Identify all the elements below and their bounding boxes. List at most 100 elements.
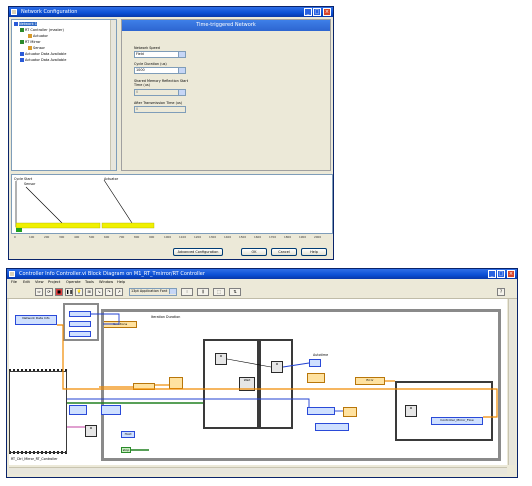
tick-label: 300 bbox=[59, 235, 65, 239]
menu-bar: File Edit View Project Operate Tools Win… bbox=[7, 279, 517, 286]
tick-label: 500 bbox=[89, 235, 95, 239]
spinner-icon[interactable] bbox=[178, 68, 185, 73]
tick-label: 1600 bbox=[254, 235, 262, 239]
tick-label: 100 bbox=[29, 235, 35, 239]
cycle-timeline[interactable]: Cycle Start Sensor Actuator bbox=[11, 174, 333, 234]
toolbar: ⇨ ⟳ ■ ❚❚ 💡 ⊞ ↘ ↷ ↗ 13pt Application Font… bbox=[7, 286, 517, 299]
tick-label: 1100 bbox=[179, 235, 187, 239]
align-icon[interactable]: ⫶ bbox=[181, 288, 193, 296]
advanced-configuration-button[interactable]: Advanced Configuration bbox=[173, 248, 223, 256]
minimize-icon[interactable]: _ bbox=[304, 8, 312, 16]
network-speed-select[interactable]: Field bbox=[134, 51, 186, 58]
chevron-down-icon[interactable] bbox=[169, 289, 176, 294]
menu-project[interactable]: Project bbox=[48, 280, 60, 284]
tree-scrollbar[interactable] bbox=[110, 20, 116, 170]
maximize-icon[interactable]: □ bbox=[313, 8, 321, 16]
menu-help[interactable]: Help bbox=[117, 280, 125, 284]
window-title: Controller Info Controller.vi Block Diag… bbox=[19, 271, 205, 277]
menu-window[interactable]: Window bbox=[99, 280, 113, 284]
network-configuration-window: Network Configuration _ □ × Network 1 RT… bbox=[8, 6, 334, 260]
tree-item-network[interactable]: Network 1 bbox=[14, 22, 37, 27]
abort-icon[interactable]: ■ bbox=[55, 288, 63, 296]
pause-icon[interactable]: ❚❚ bbox=[65, 288, 73, 296]
network-speed-label: Network Speed bbox=[134, 46, 160, 50]
highlight-icon[interactable]: 💡 bbox=[75, 288, 83, 296]
retain-wire-icon[interactable]: ⊞ bbox=[85, 288, 93, 296]
tick-label: 700 bbox=[119, 235, 125, 239]
tick-label: 0 bbox=[14, 235, 16, 239]
network-tree[interactable]: Network 1 RT Controller (master) Actuato… bbox=[11, 19, 117, 171]
menu-tools[interactable]: Tools bbox=[85, 280, 94, 284]
spinner-icon bbox=[178, 90, 185, 95]
tick-label: 1300 bbox=[209, 235, 217, 239]
context-help-icon[interactable]: ? bbox=[497, 288, 505, 296]
menu-edit[interactable]: Edit bbox=[23, 280, 30, 284]
actuator-icon bbox=[28, 34, 32, 38]
menu-view[interactable]: View bbox=[35, 280, 44, 284]
tick-label: 1400 bbox=[224, 235, 232, 239]
help-button[interactable]: Help bbox=[301, 248, 327, 256]
vi-icon bbox=[9, 271, 15, 277]
tick-label: 1200 bbox=[194, 235, 202, 239]
minimize-icon[interactable]: _ bbox=[488, 270, 496, 278]
variable-icon bbox=[20, 58, 24, 62]
wire-network bbox=[57, 313, 498, 451]
mirror-icon bbox=[20, 40, 24, 44]
tree-item-sensor[interactable]: Sensor bbox=[28, 46, 45, 51]
tick-label: 400 bbox=[74, 235, 80, 239]
vertical-scrollbar[interactable] bbox=[508, 299, 515, 465]
menu-operate[interactable]: Operate bbox=[66, 280, 81, 284]
cycle-begin-bar bbox=[16, 228, 22, 232]
menu-file[interactable]: File bbox=[11, 280, 17, 284]
shared-memory-label: Shared Memory Reflection Start Time (us) bbox=[134, 79, 189, 87]
block-diagram-canvas[interactable]: Network Data Info Iterations Iteration D… bbox=[9, 299, 507, 465]
sensor-leader bbox=[25, 186, 63, 224]
tree-item-actuator[interactable]: Actuator bbox=[28, 34, 48, 39]
resize-icon[interactable]: ⬚ bbox=[213, 288, 225, 296]
tree-item-controller[interactable]: RT Controller (master) bbox=[20, 28, 64, 33]
tick-label: 600 bbox=[104, 235, 110, 239]
controller-icon bbox=[20, 28, 24, 32]
tick-label: 800 bbox=[134, 235, 140, 239]
reorder-icon[interactable]: ⇅ bbox=[229, 288, 241, 296]
tree-item-mirror[interactable]: RT Mirror bbox=[20, 40, 41, 45]
shared-memory-field: 0 bbox=[134, 89, 186, 96]
variable-icon bbox=[20, 52, 24, 56]
tree-item-actuator-data[interactable]: Actuator Data Available bbox=[20, 58, 66, 63]
font-select[interactable]: 13pt Application Font bbox=[129, 288, 177, 296]
blue-wire bbox=[282, 362, 310, 368]
step-over-icon[interactable]: ↷ bbox=[105, 288, 113, 296]
distribute-icon[interactable]: ⫼ bbox=[197, 288, 209, 296]
actuator-slot-bar bbox=[101, 222, 155, 229]
chevron-down-icon[interactable] bbox=[178, 52, 185, 57]
properties-panel: Time-triggered Network Network Speed Fie… bbox=[121, 19, 331, 171]
window-icon bbox=[11, 9, 17, 15]
tick-label: 2000 bbox=[314, 235, 322, 239]
after-transmission-label: After Transmission Time (us) bbox=[134, 101, 183, 105]
title-bar[interactable]: Controller Info Controller.vi Block Diag… bbox=[7, 269, 517, 279]
cycle-duration-field[interactable]: 1000 bbox=[134, 67, 186, 74]
tick-label: 1700 bbox=[269, 235, 277, 239]
close-icon[interactable]: × bbox=[507, 270, 515, 278]
block-diagram-window: Controller Info Controller.vi Block Diag… bbox=[6, 268, 518, 478]
step-into-icon[interactable]: ↘ bbox=[95, 288, 103, 296]
close-icon[interactable]: × bbox=[323, 8, 331, 16]
cancel-button[interactable]: Cancel bbox=[271, 248, 297, 256]
tree-item-sensor-data[interactable]: Actuator Data Available bbox=[20, 52, 66, 57]
step-out-icon[interactable]: ↗ bbox=[115, 288, 123, 296]
horizontal-scrollbar[interactable] bbox=[9, 467, 507, 474]
sensor-slot-bar bbox=[15, 222, 101, 229]
blue-wire bbox=[91, 313, 120, 325]
tick-label: 1900 bbox=[299, 235, 307, 239]
tick-label: 1500 bbox=[239, 235, 247, 239]
cycle-duration-label: Cycle Duration (us) bbox=[134, 62, 167, 66]
panel-header: Time-triggered Network bbox=[122, 20, 330, 31]
run-arrow-icon[interactable]: ⇨ bbox=[35, 288, 43, 296]
run-continuous-icon[interactable]: ⟳ bbox=[45, 288, 53, 296]
ok-button[interactable]: OK bbox=[241, 248, 267, 256]
maximize-icon[interactable]: □ bbox=[497, 270, 505, 278]
network-icon bbox=[14, 22, 18, 26]
tick-label: 1800 bbox=[284, 235, 292, 239]
title-bar[interactable]: Network Configuration _ □ × bbox=[9, 7, 333, 17]
tick-label: 200 bbox=[44, 235, 50, 239]
